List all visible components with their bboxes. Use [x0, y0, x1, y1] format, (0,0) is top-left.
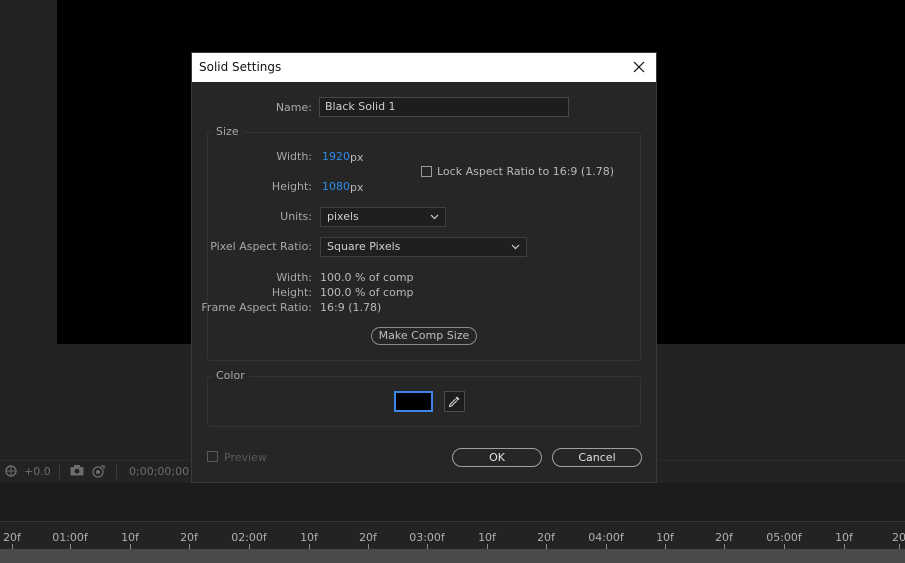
cancel-button[interactable]: Cancel: [552, 448, 642, 467]
solid-settings-dialog: Solid Settings Name: Black Solid 1 Size …: [191, 52, 657, 483]
color-group-title: Color: [212, 369, 249, 382]
ruler-tick-label: 10f: [121, 531, 139, 544]
info-width-label: Width:: [276, 271, 312, 284]
width-label: Width:: [276, 150, 312, 163]
frame-aspect-ratio-label: Frame Aspect Ratio:: [201, 301, 312, 314]
close-icon[interactable]: [628, 56, 650, 78]
preview-label[interactable]: Preview: [224, 451, 267, 464]
ok-button[interactable]: OK: [452, 448, 542, 467]
panel-left-gutter: [0, 0, 57, 460]
ruler-tick-label: 20: [892, 531, 905, 544]
pixel-aspect-ratio-select[interactable]: Square Pixels: [320, 237, 527, 257]
pixel-aspect-ratio-label: Pixel Aspect Ratio:: [210, 240, 312, 253]
width-unit: px: [350, 151, 364, 164]
ruler-tick-label: 20f: [3, 531, 21, 544]
lock-aspect-label[interactable]: Lock Aspect Ratio to 16:9 (1.78): [437, 165, 614, 178]
lock-aspect-checkbox[interactable]: [421, 166, 432, 177]
ruler-tick-label: 10f: [835, 531, 853, 544]
info-height-label: Height:: [271, 286, 312, 299]
pixel-aspect-ratio-value: Square Pixels: [327, 240, 401, 253]
camera-icon[interactable]: [70, 465, 84, 479]
timeline-ruler[interactable]: 20f 01:00f 10f 20f 02:00f 10f 20f 03:00f…: [0, 521, 905, 550]
chevron-down-icon: [430, 211, 439, 224]
make-comp-size-button[interactable]: Make Comp Size: [371, 327, 477, 345]
preview-checkbox[interactable]: [207, 451, 218, 462]
ruler-tick-label: 20f: [537, 531, 555, 544]
chevron-down-icon: [511, 241, 520, 254]
dialog-titlebar[interactable]: Solid Settings: [192, 53, 656, 82]
ruler-tick-label: 02:00f: [231, 531, 267, 544]
ruler-tick-label: 03:00f: [409, 531, 445, 544]
ruler-tick-label: 01:00f: [52, 531, 88, 544]
name-label: Name:: [275, 101, 312, 114]
name-field[interactable]: Black Solid 1: [319, 97, 569, 117]
dialog-title: Solid Settings: [199, 60, 282, 74]
ruler-tick-label: 20f: [359, 531, 377, 544]
width-value[interactable]: 1920: [322, 150, 350, 163]
eyedropper-icon[interactable]: [444, 391, 465, 412]
exposure-value[interactable]: +0.0: [24, 465, 51, 478]
units-label: Units:: [280, 210, 312, 223]
units-select-value: pixels: [327, 210, 359, 223]
toolbar-divider: [59, 464, 60, 479]
info-width-value: 100.0 % of comp: [320, 271, 414, 284]
timeline-scroll-strip[interactable]: [0, 549, 905, 563]
ruler-tick-label: 05:00f: [766, 531, 802, 544]
ruler-tick-label: 04:00f: [588, 531, 624, 544]
ruler-tick-label: 20f: [180, 531, 198, 544]
show-snapshot-icon[interactable]: [91, 465, 105, 481]
ruler-tick-label: 10f: [478, 531, 496, 544]
color-swatch[interactable]: [394, 391, 433, 412]
ruler-tick-label: 10f: [300, 531, 318, 544]
toolbar-divider: [116, 464, 117, 479]
timeline-panel: [0, 483, 905, 522]
height-unit: px: [350, 181, 364, 194]
height-value[interactable]: 1080: [322, 180, 350, 193]
units-select[interactable]: pixels: [320, 207, 446, 227]
exposure-icon[interactable]: [5, 465, 17, 480]
ruler-tick-label: 10f: [656, 531, 674, 544]
size-group-title: Size: [212, 125, 243, 138]
height-label: Height:: [271, 180, 312, 193]
info-height-value: 100.0 % of comp: [320, 286, 414, 299]
ruler-tick-label: 20f: [715, 531, 733, 544]
frame-aspect-ratio-value: 16:9 (1.78): [320, 301, 382, 314]
current-time-display[interactable]: 0;00;00;00: [129, 465, 189, 478]
